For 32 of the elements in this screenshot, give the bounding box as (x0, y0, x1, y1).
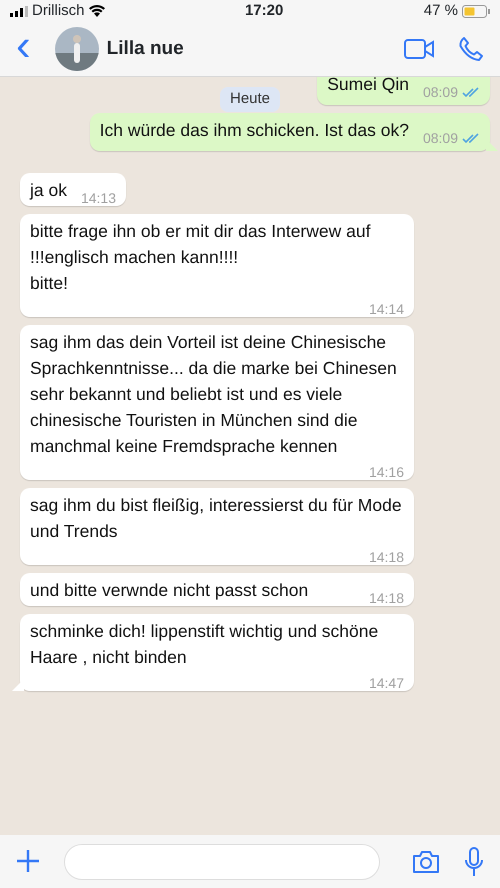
message-input[interactable] (64, 844, 380, 880)
message-time: 14:18 (368, 548, 404, 566)
carrier-name: Drillisch (32, 0, 84, 21)
add-button[interactable] (16, 849, 40, 874)
message-time: 14:47 (368, 674, 404, 692)
message-text: sag ihm das dein Vorteil ist deine Chinesische Sprachkenntnisse... da die marke bei Chinesen sehr bekannt und beliebt ist und es viele chinesische Touristen in München sind die manchmal keine Fremdsprache kennen (30, 331, 398, 458)
message-time: 08:09 (422, 129, 458, 147)
message-time: 14:14 (368, 300, 404, 318)
avatar[interactable] (54, 27, 99, 71)
message-time: 14:13 (80, 189, 116, 207)
message-text: ja ok (30, 179, 67, 202)
battery-percent: 47 % (424, 0, 458, 21)
battery-icon (462, 4, 490, 18)
message-text: Ich würde das ihm schicken. Ist das ok? (100, 119, 409, 142)
video-call-icon[interactable] (404, 39, 434, 59)
message-text: bitte frage ihn ob er mit dir das Interwew auf !!!englisch machen kann!!!! bitte! (30, 220, 372, 295)
wifi-icon (88, 5, 104, 17)
message-time: 08:09 (422, 83, 458, 101)
message-text: und bitte verwnde nicht passt schon (30, 579, 308, 602)
clock-time: 17:20 (244, 0, 284, 21)
camera-icon[interactable] (412, 850, 440, 874)
back-button[interactable]: ‹ (16, 26, 31, 66)
signal-icon (10, 6, 28, 16)
date-badge: Heute (220, 87, 280, 112)
message-text: sag ihm du bist fleißig, interessierst du für Mode und Trends (30, 494, 403, 543)
microphone-icon[interactable] (464, 846, 484, 876)
message-text: schminke dich! lippenstift wichtig und schöne Haare , nicht binden (30, 620, 380, 669)
message-time: 14:18 (368, 589, 404, 607)
phone-call-icon[interactable] (458, 36, 484, 62)
message-time: 14:16 (368, 463, 404, 481)
contact-name: Lilla nue (106, 36, 184, 61)
message-text: Sumei Qin (327, 77, 409, 96)
